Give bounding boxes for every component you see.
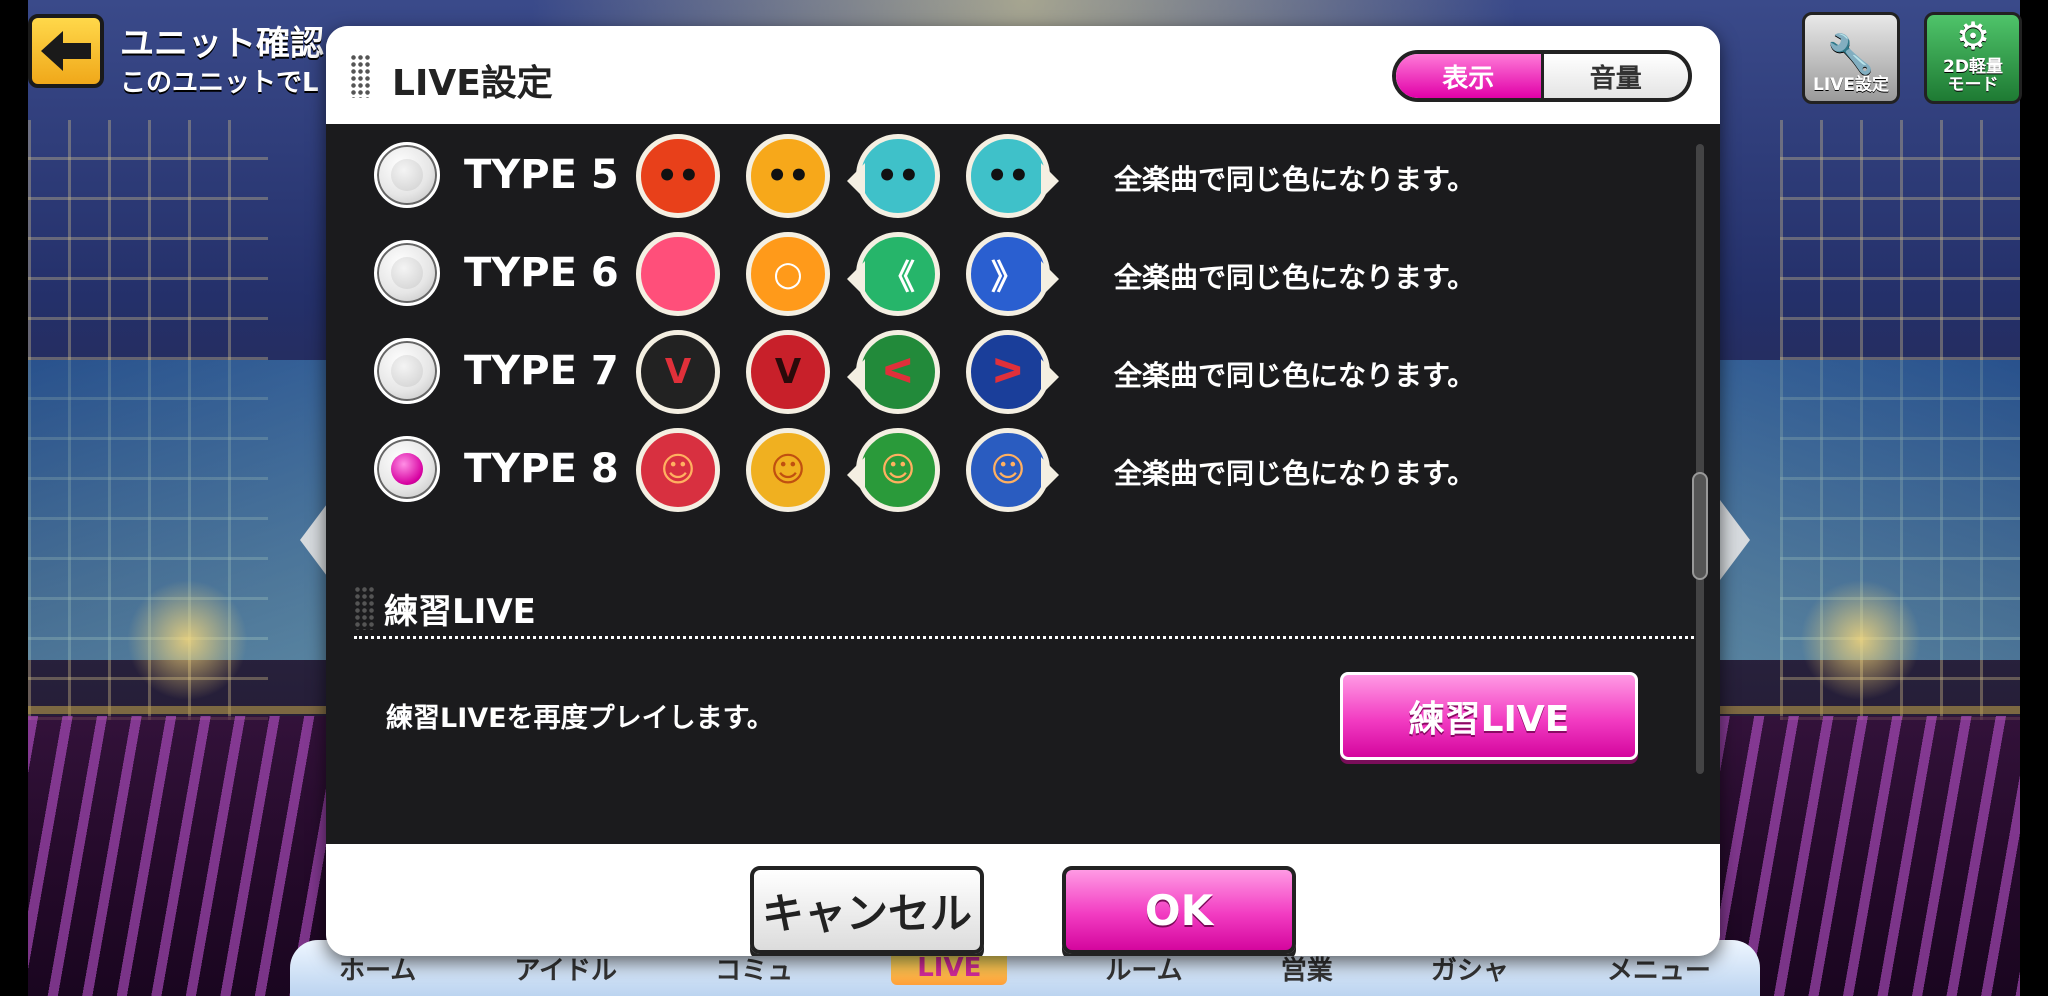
blue-geass-flick-icon: ᐳ: [966, 330, 1059, 414]
note-type-row[interactable]: TYPE 6 ○ 《 》 全楽曲で同じ色になります。: [326, 228, 1720, 318]
live-settings-dialog: LIVE設定 表示 音量 TYPE 5 •• •• •• •• 全楽曲で同じ色に…: [326, 26, 1720, 956]
note-type-label: TYPE 8: [464, 446, 619, 492]
note-icon-glyph: ••: [986, 156, 1030, 196]
dialog-header: LIVE設定 表示 音量: [326, 26, 1720, 124]
note-icon-glyph: ᐳ: [992, 352, 1024, 392]
note-icon-glyph: ••: [656, 156, 700, 196]
cyan-face-flick-right-icon: ••: [966, 134, 1059, 218]
note-icon-glyph: ••: [876, 156, 920, 196]
note-icon-glyph: ☺: [660, 450, 696, 490]
radio-button[interactable]: [374, 142, 440, 208]
note-type-label: TYPE 6: [464, 250, 619, 296]
note-type-label: TYPE 7: [464, 348, 619, 394]
black-geass-note-icon: ᐯ: [636, 330, 720, 414]
scrollbar-thumb[interactable]: [1692, 472, 1708, 580]
note-icon-glyph: ☺: [880, 450, 916, 490]
flick-left-wing: [847, 261, 865, 297]
red-geass-note-icon: ᐯ: [746, 330, 830, 414]
note-type-row[interactable]: TYPE 7 ᐯ ᐯ ᐸ ᐳ 全楽曲で同じ色になります。: [326, 326, 1720, 416]
next-arrow-icon[interactable]: [1720, 500, 1750, 580]
header-subtitle: このユニットでL: [120, 68, 319, 98]
dialog-footer: キャンセル OK: [326, 844, 1720, 956]
note-type-description: 全楽曲で同じ色になります。: [1114, 359, 1476, 392]
note-type-label: TYPE 5: [464, 152, 619, 198]
tab-volume[interactable]: 音量: [1543, 54, 1688, 98]
note-type-description: 全楽曲で同じ色になります。: [1114, 261, 1476, 294]
yellow-agumon-note-icon: ☺: [746, 428, 830, 512]
note-icon-glyph: 《: [881, 257, 915, 298]
note-icon-glyph: ᐸ: [882, 352, 914, 392]
header-title: ユニット確認: [120, 24, 324, 64]
note-icon-glyph: ☺: [770, 450, 806, 490]
red-agumon-note-icon: ☺: [636, 428, 720, 512]
pink-circle-note-icon: [636, 232, 720, 316]
lightweight-mode-label: 2D軽量 モード: [1943, 57, 2003, 96]
radio-button[interactable]: [374, 338, 440, 404]
live-settings-button[interactable]: 🔧 LIVE設定: [1802, 12, 1900, 104]
section-divider: [354, 636, 1694, 639]
green-chevron-left-icon: 《: [847, 232, 940, 316]
back-arrow-icon: [41, 31, 91, 71]
orange-ring-note-icon: ○: [746, 232, 830, 316]
lightweight-2d-mode-button[interactable]: ⚙ 2D軽量 モード: [1924, 12, 2022, 104]
radio-indicator: [391, 257, 423, 289]
red-face-note-icon: ••: [636, 134, 720, 218]
note-icon-glyph: ᐯ: [774, 352, 802, 392]
dialog-body: TYPE 5 •• •• •• •• 全楽曲で同じ色になります。 TYPE 6: [326, 124, 1720, 844]
tab-display[interactable]: 表示: [1396, 54, 1544, 98]
green-agumon-flick-icon: ☺: [847, 428, 940, 512]
note-icon-glyph: 》: [991, 257, 1025, 298]
note-type-row[interactable]: TYPE 5 •• •• •• •• 全楽曲で同じ色になります。: [326, 130, 1720, 220]
section-dots-icon: [354, 586, 376, 630]
radio-indicator: [391, 159, 423, 191]
back-button[interactable]: [28, 14, 104, 88]
blue-agumon-flick-icon: ☺: [966, 428, 1059, 512]
practice-live-button[interactable]: 練習LIVE: [1340, 672, 1638, 760]
flick-right-wing: [1041, 457, 1059, 493]
flick-left-wing: [847, 359, 865, 395]
flick-right-wing: [1041, 163, 1059, 199]
note-icon-glyph: ○: [773, 254, 803, 294]
flick-left-wing: [847, 163, 865, 199]
green-geass-flick-icon: ᐸ: [847, 330, 940, 414]
note-icon-glyph: ᐯ: [664, 352, 692, 392]
note-type-row[interactable]: TYPE 8 ☺ ☺ ☺ ☺ 全楽曲で同じ色になります。: [326, 424, 1720, 514]
live-settings-label: LIVE設定: [1813, 75, 1889, 96]
scrollbar-track[interactable]: [1696, 144, 1704, 774]
cyan-face-flick-left-icon: ••: [847, 134, 940, 218]
wrench-icon: 🔧: [1827, 32, 1875, 77]
blue-chevron-right-icon: 》: [966, 232, 1059, 316]
yellow-face-note-icon: ••: [746, 134, 830, 218]
flick-right-wing: [1041, 359, 1059, 395]
practice-description: 練習LIVEを再度プレイします。: [386, 703, 774, 734]
radio-indicator: [391, 355, 423, 387]
note-icon-glyph: ☺: [990, 450, 1026, 490]
cancel-button[interactable]: キャンセル: [750, 866, 984, 954]
radio-button-selected[interactable]: [374, 436, 440, 502]
title-dots-icon: [350, 54, 372, 98]
note-icon-glyph: ••: [766, 156, 810, 196]
settings-tab-group: 表示 音量: [1392, 50, 1692, 102]
nav-live[interactable]: LIVE: [891, 951, 1008, 985]
dialog-title: LIVE設定: [392, 63, 553, 104]
radio-indicator: [391, 453, 423, 485]
practice-section-title: 練習LIVE: [384, 592, 536, 632]
flick-left-wing: [847, 457, 865, 493]
ok-button[interactable]: OK: [1062, 866, 1296, 954]
note-type-description: 全楽曲で同じ色になります。: [1114, 457, 1476, 490]
note-type-description: 全楽曲で同じ色になります。: [1114, 163, 1476, 196]
radio-button[interactable]: [374, 240, 440, 306]
flick-right-wing: [1041, 261, 1059, 297]
gear-icon: ⚙: [1955, 14, 1991, 59]
